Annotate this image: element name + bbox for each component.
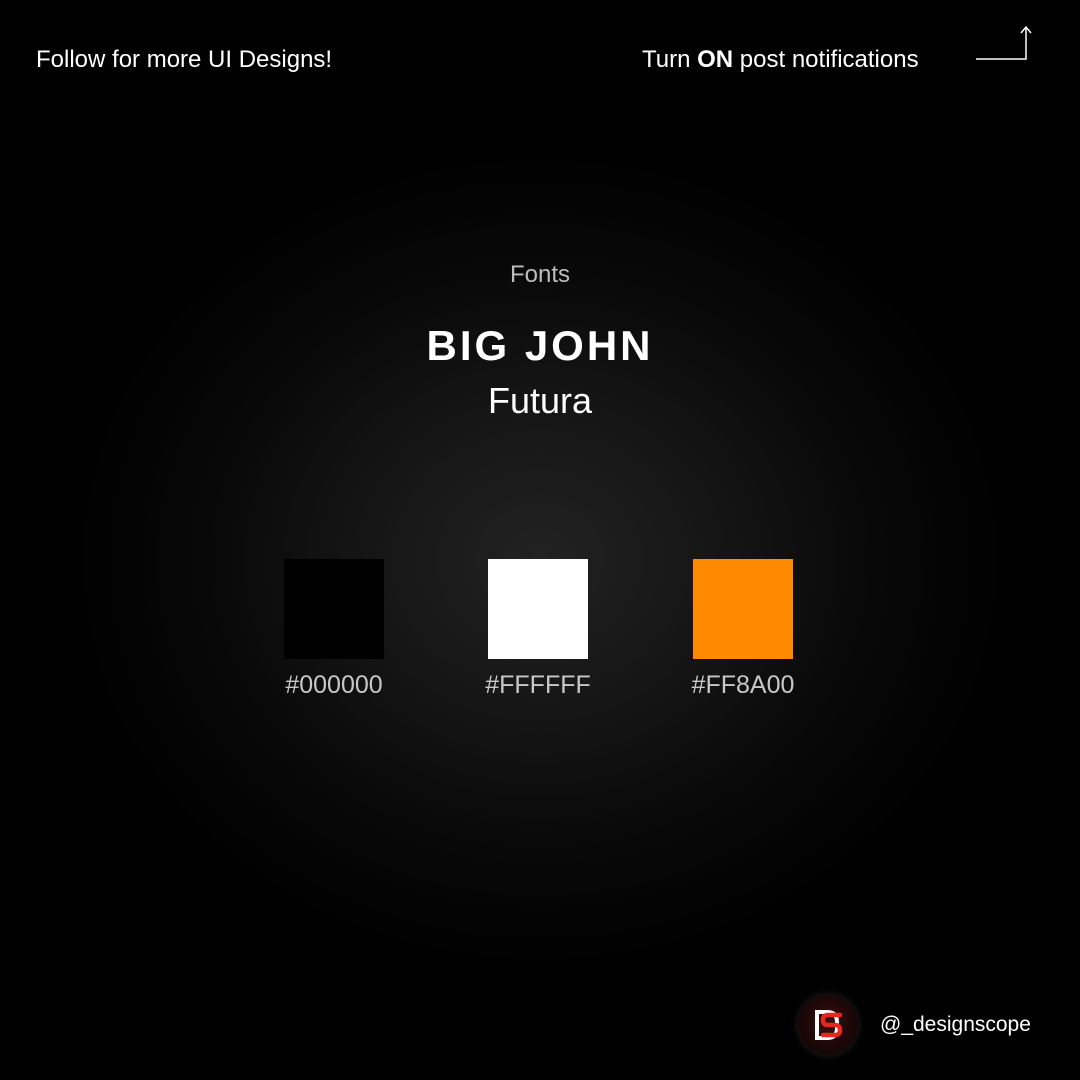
color-hex-label: #FFFFFF	[485, 671, 591, 699]
notifications-text: Turn ON post notifications	[642, 44, 919, 76]
fonts-section-title: Fonts	[509, 261, 571, 288]
notifications-on: ON	[697, 46, 734, 73]
color-swatch	[488, 559, 588, 659]
color-hex-label: #000000	[285, 671, 383, 699]
palette-swatch-black: #000000	[254, 559, 414, 701]
secondary-font-name: Futura	[487, 380, 593, 421]
notifications-suffix: post notifications	[733, 46, 919, 73]
color-swatch	[284, 559, 384, 659]
canvas: Follow for more UI Designs! Turn ON post…	[0, 0, 1080, 1080]
arrow-up-icon	[976, 25, 1032, 60]
notifications-prefix: Turn	[642, 46, 698, 73]
palette-swatch-white: #FFFFFF	[458, 559, 618, 701]
color-hex-label: #FF8A00	[691, 671, 795, 699]
primary-font-name: BIG JOHN	[426, 322, 654, 369]
follow-text: Follow for more UI Designs!	[36, 46, 333, 73]
color-swatch	[693, 559, 793, 659]
brand-handle[interactable]: @_designscope	[880, 1010, 1031, 1040]
palette-swatch-orange: #FF8A00	[663, 559, 823, 701]
designscope-logo-icon[interactable]	[798, 995, 858, 1055]
logo-mark-icon	[815, 1010, 843, 1040]
